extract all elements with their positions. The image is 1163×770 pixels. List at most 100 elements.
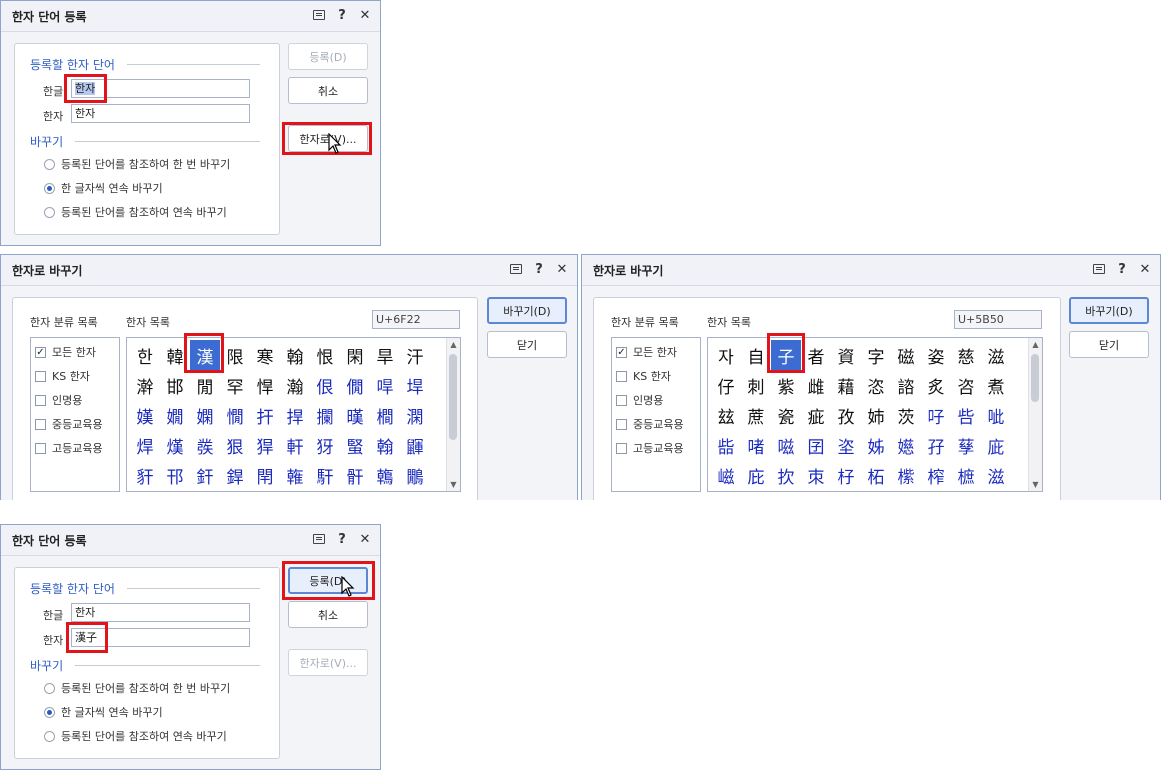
radio-once[interactable]: 등록된 단어를 참조하여 한 번 바꾸기 [44, 680, 230, 696]
scroll-down-icon[interactable]: ▼ [1029, 478, 1042, 491]
hanja-cell[interactable]: 孜 [831, 400, 861, 430]
hanja-cell[interactable]: 姉 [861, 400, 891, 430]
hanja-cell[interactable]: 熯 [160, 430, 190, 460]
hanja-cell[interactable]: 邗 [160, 460, 190, 490]
category-ks[interactable]: KS 한자 [616, 368, 671, 384]
hanja-cell[interactable]: 嵫 [711, 460, 741, 490]
hanja-cell[interactable]: 邯 [160, 370, 190, 400]
radio-continuous[interactable]: 등록된 단어를 참조하여 연속 바꾸기 [44, 204, 227, 220]
hanja-cell[interactable]: 炙 [921, 370, 951, 400]
category-name[interactable]: 인명용 [616, 392, 663, 408]
hanja-cell[interactable]: 仔 [711, 370, 741, 400]
hanja-cell[interactable]: 慈 [951, 340, 981, 370]
help-icon[interactable]: ? [335, 7, 349, 23]
hanja-cell[interactable]: 恨 [310, 340, 340, 370]
hanja-cell[interactable]: 釬 [190, 460, 220, 490]
hanja-cell[interactable]: 庇 [741, 460, 771, 490]
radio-icon[interactable] [44, 706, 55, 718]
checkmark-icon[interactable]: ✓ [616, 346, 627, 358]
hanja-cell[interactable]: 豻 [130, 460, 160, 490]
hanja-cell[interactable]: 垐 [831, 430, 861, 460]
hanja-cell[interactable]: 孖 [921, 430, 951, 460]
close-icon[interactable]: ✕ [555, 261, 569, 277]
radio-per-char[interactable]: 한 글자씩 연속 바꾸기 [44, 704, 163, 720]
category-middle[interactable]: 중등교육용 [616, 416, 684, 432]
hanja-cell[interactable]: 啫 [741, 430, 771, 460]
hanja-cell[interactable]: 柘 [861, 460, 891, 490]
help-icon[interactable]: ? [335, 531, 349, 547]
hanja-cell[interactable]: 藉 [831, 370, 861, 400]
hanja-cell[interactable]: 旱 [370, 340, 400, 370]
checkbox[interactable] [616, 418, 627, 430]
checkbox[interactable] [35, 418, 46, 430]
checkbox[interactable] [35, 394, 46, 406]
help-icon[interactable]: ? [1115, 261, 1129, 277]
scrollbar[interactable]: ▲ ▼ [1028, 338, 1042, 491]
hanja-cell[interactable]: 嫨 [130, 400, 160, 430]
hanja-cell[interactable]: 榨 [921, 460, 951, 490]
category-middle[interactable]: 중등교육용 [35, 416, 103, 432]
hanja-cell[interactable]: 寒 [250, 340, 280, 370]
hanja-cell[interactable]: 咨 [951, 370, 981, 400]
hanja-cell[interactable]: 猂 [250, 430, 280, 460]
hanja-cell[interactable]: 刺 [741, 370, 771, 400]
hanja-cell[interactable]: 限 [220, 340, 250, 370]
radio-icon[interactable] [44, 730, 55, 742]
convert-button[interactable]: 바꾸기(D) [487, 297, 567, 324]
hanja-cell[interactable]: 骭 [340, 460, 370, 490]
hanja-cell[interactable]: 暵 [340, 400, 370, 430]
category-ks[interactable]: KS 한자 [35, 368, 90, 384]
hanja-cell[interactable]: 庛 [981, 430, 1011, 460]
close-icon[interactable]: ✕ [358, 531, 372, 547]
checkbox[interactable] [616, 442, 627, 454]
radio-per-char[interactable]: 한 글자씩 연속 바꾸기 [44, 180, 163, 196]
radio-continuous[interactable]: 등록된 단어를 참조하여 연속 바꾸기 [44, 728, 227, 744]
hanja-cell[interactable]: 紫 [771, 370, 801, 400]
hanja-cell[interactable]: 罕 [220, 370, 250, 400]
comment-icon[interactable] [312, 7, 326, 23]
comment-icon[interactable] [312, 531, 326, 547]
comment-icon[interactable] [1092, 261, 1106, 277]
hanja-cell[interactable]: 煮 [981, 370, 1011, 400]
hanja-cell[interactable]: 閒 [190, 370, 220, 400]
hanja-cell[interactable]: 磁 [891, 340, 921, 370]
hanja-cell[interactable]: 扞 [250, 400, 280, 430]
hanja-cell[interactable]: 銲 [220, 460, 250, 490]
hanja-cell[interactable]: 佷 [310, 370, 340, 400]
hanja-cell[interactable]: 한 [130, 340, 160, 370]
hanja-cell[interactable]: 囝 [801, 430, 831, 460]
hanja-cell[interactable]: 瀚 [280, 370, 310, 400]
scrollbar[interactable]: ▲ ▼ [446, 338, 460, 491]
hanja-cell[interactable]: 資 [831, 340, 861, 370]
hanja-cell[interactable]: 閈 [250, 460, 280, 490]
hanja-cell[interactable]: 姿 [921, 340, 951, 370]
hanja-cell[interactable]: 呰 [951, 400, 981, 430]
hanja-cell[interactable]: 狠 [220, 430, 250, 460]
category-high[interactable]: 고등교육용 [616, 440, 684, 456]
category-all[interactable]: ✓ 모든 한자 [616, 344, 677, 360]
close-button[interactable]: 닫기 [1069, 331, 1149, 358]
radio-icon[interactable] [44, 182, 55, 194]
hanja-cell[interactable]: 呲 [981, 400, 1011, 430]
hanja-cell[interactable]: 焊 [130, 430, 160, 460]
hanja-cell[interactable]: 彂 [190, 430, 220, 460]
hanja-cell[interactable]: 樜 [951, 460, 981, 490]
hanja-cell[interactable]: 悍 [250, 370, 280, 400]
hanja-cell[interactable]: 恣 [861, 370, 891, 400]
hanja-cell[interactable]: 嫺 [160, 400, 190, 430]
hanja-cell[interactable]: 朿 [801, 460, 831, 490]
cancel-button[interactable]: 취소 [288, 77, 368, 104]
hanja-cell[interactable]: 橺 [370, 400, 400, 430]
hanja-cell[interactable]: 玆 [711, 400, 741, 430]
convert-button[interactable]: 바꾸기(D) [1069, 297, 1149, 324]
comment-icon[interactable] [509, 261, 523, 277]
hanja-cell[interactable]: 孶 [951, 430, 981, 460]
hanja-cell[interactable]: 자 [711, 340, 741, 370]
checkmark-icon[interactable]: ✓ [35, 346, 46, 358]
hanja-cell[interactable]: 諮 [891, 370, 921, 400]
hanja-cell[interactable]: 字 [861, 340, 891, 370]
hanja-cell[interactable]: 杍 [831, 460, 861, 490]
scroll-up-icon[interactable]: ▲ [447, 338, 460, 351]
hanja-cell[interactable]: 攔 [310, 400, 340, 430]
hanja-cell[interactable]: 鷳 [400, 460, 430, 490]
